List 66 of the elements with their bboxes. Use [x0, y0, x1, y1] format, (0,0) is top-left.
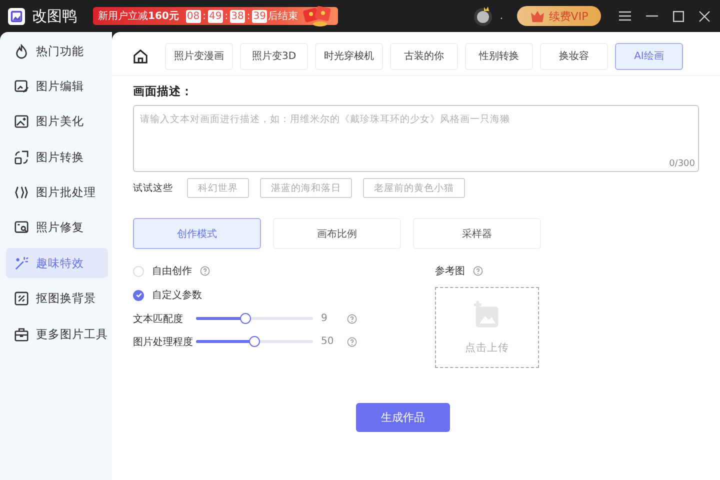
- slider-thumb[interactable]: [240, 313, 251, 324]
- checkmark-icon: [134, 291, 142, 299]
- sidebar-item[interactable]: 图片美化: [6, 106, 108, 137]
- slider-label: 图片处理程度: [133, 336, 194, 348]
- sidebar-item[interactable]: 更多图片工具: [6, 319, 108, 350]
- sidebar-item[interactable]: 照片修复: [6, 212, 108, 243]
- app-name: 改图鸭: [32, 6, 77, 26]
- cutout-icon: [14, 291, 29, 306]
- user-name: .: [500, 10, 503, 22]
- crown-icon: [530, 10, 545, 22]
- mode-tab[interactable]: 采样器: [413, 218, 541, 249]
- countdown-digits: 38: [230, 10, 245, 22]
- slider-thumb[interactable]: [249, 336, 260, 347]
- countdown-separator: :: [202, 10, 206, 22]
- help-icon[interactable]: [473, 266, 483, 276]
- sidebar-item[interactable]: 图片批处理: [6, 178, 108, 208]
- sidebar-item[interactable]: 图片转换: [6, 142, 108, 172]
- feature-tab[interactable]: 换妆容: [540, 42, 608, 70]
- sidebar-item[interactable]: 图片编辑: [6, 71, 108, 102]
- avatar-icon[interactable]: [472, 5, 494, 27]
- option-label: 自由创作: [152, 264, 192, 278]
- app-logo-icon: [8, 8, 25, 24]
- slider-value: 50: [321, 336, 335, 347]
- image-search-icon: [14, 220, 29, 236]
- chevrons-icon: [14, 185, 29, 200]
- menu-icon[interactable]: [619, 11, 631, 21]
- close-icon[interactable]: [699, 10, 710, 22]
- countdown-separator: :: [246, 10, 250, 22]
- radio-button[interactable]: [133, 290, 144, 300]
- mode-tab[interactable]: 画布比例: [273, 218, 401, 249]
- generate-button[interactable]: 生成作品: [356, 403, 450, 432]
- help-icon[interactable]: [347, 336, 357, 346]
- image-sparkle-icon: [14, 114, 29, 130]
- reference-label: 参考图: [435, 264, 465, 278]
- promo-text: 新用户立减160元: [98, 10, 179, 23]
- sidebar-item[interactable]: 抠图换背景: [6, 284, 108, 314]
- feature-tab[interactable]: 照片变漫画: [165, 42, 233, 70]
- countdown-digits: 39: [252, 10, 267, 22]
- slider-label: 文本匹配度: [133, 312, 184, 326]
- maximize-icon[interactable]: [673, 10, 684, 22]
- feature-tab[interactable]: 性别转换: [465, 42, 533, 70]
- countdown-separator: :: [224, 10, 228, 22]
- slider-value: 9: [321, 313, 328, 324]
- sidebar-item[interactable]: 热门功能: [6, 36, 108, 66]
- option-label: 自定义参数: [152, 288, 202, 302]
- countdown-digits: 08: [186, 10, 201, 22]
- feature-tab[interactable]: 时光穿梭机: [315, 42, 383, 70]
- mode-tab[interactable]: 创作模式: [133, 218, 261, 249]
- character-counter: 0/300: [669, 159, 695, 169]
- flame-icon: [14, 44, 29, 58]
- suggestions-label: 试试这些: [133, 182, 173, 194]
- feature-tab[interactable]: AI绘画: [615, 42, 683, 70]
- promo-suffix: 后结束: [268, 10, 298, 23]
- promo-banner[interactable]: 新用户立减160元 08 : 49 : 38 : 39 后结束: [93, 7, 338, 25]
- help-icon[interactable]: [200, 266, 210, 276]
- magic-wand-icon: [14, 256, 29, 271]
- section-heading: 画面描述：: [133, 84, 194, 99]
- home-icon[interactable]: [133, 48, 148, 64]
- image-edit-icon: [14, 78, 29, 94]
- feature-tab[interactable]: 照片变3D: [240, 42, 308, 70]
- convert-icon: [14, 150, 29, 165]
- feature-tab[interactable]: 古装的你: [390, 42, 458, 70]
- help-icon[interactable]: [347, 314, 357, 324]
- toolbox-icon: [14, 326, 29, 342]
- minimize-icon[interactable]: [646, 15, 658, 17]
- countdown-digits: 49: [208, 10, 223, 22]
